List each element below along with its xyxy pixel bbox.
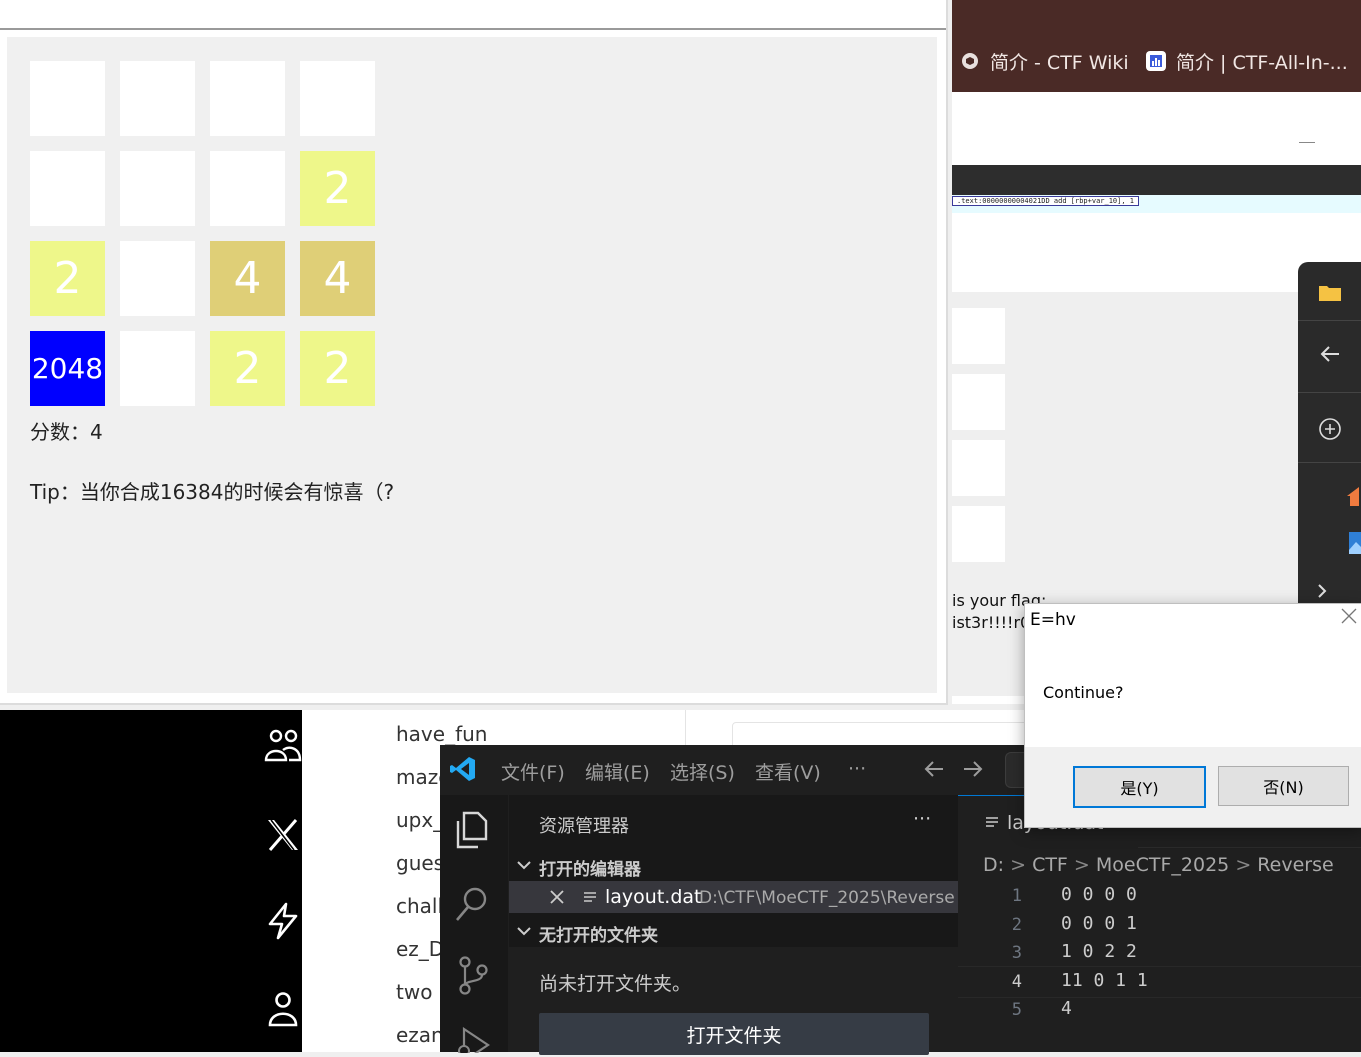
command-center[interactable] <box>1005 752 1026 788</box>
challenge-list-item[interactable]: have_fun <box>396 722 487 746</box>
text-file-icon <box>985 815 999 834</box>
no-folder-header[interactable]: 无打开的文件夹 <box>539 921 658 946</box>
open-file-path: D:\CTF\MoeCTF_2025\Reverse <box>699 888 955 908</box>
x-logo-icon[interactable] <box>262 814 304 856</box>
vscode-logo-icon <box>450 756 476 786</box>
community-icon[interactable] <box>262 725 304 767</box>
challenge-list-item[interactable]: chall <box>396 894 443 918</box>
add-circle-icon[interactable] <box>1298 417 1361 441</box>
explorer-title: 资源管理器 <box>539 816 629 837</box>
game-tile: 2048 <box>30 331 105 406</box>
ida-disasm-text: .text:00000000004021DD add [rbp+var_10],… <box>952 196 1140 206</box>
challenge-list-item[interactable]: upx_ <box>396 808 443 832</box>
background-cell <box>952 506 1005 562</box>
game-tile: 2 <box>30 241 105 316</box>
menu-more[interactable]: ··· <box>848 758 866 780</box>
search-icon[interactable] <box>454 885 490 927</box>
nav-back-icon[interactable] <box>923 759 945 783</box>
code-line[interactable]: 1 0 2 2 <box>1061 941 1137 962</box>
browser-tab-label: 简介 - CTF Wiki <box>990 51 1129 74</box>
game-tile: 4 <box>300 241 375 316</box>
chevron-down-icon[interactable] <box>516 923 532 942</box>
line-number: 3 <box>1011 943 1022 963</box>
line-number: 1 <box>1011 886 1022 906</box>
gallery-icon[interactable] <box>1298 532 1361 554</box>
browser-tab-strip: 简介 - CTF Wiki 简介 | CTF-All-In-... <box>952 30 1361 92</box>
nav-forward-icon[interactable] <box>962 759 984 783</box>
game-tile <box>120 151 195 226</box>
browser-tab-ctf-all-in-one[interactable]: 简介 | CTF-All-In-... <box>1146 48 1348 74</box>
game-tile <box>120 241 195 316</box>
game-tile <box>210 61 285 136</box>
window-divider <box>0 28 946 30</box>
person-icon[interactable] <box>262 988 304 1030</box>
run-debug-icon[interactable] <box>456 1026 490 1057</box>
game-tile <box>30 151 105 226</box>
challenge-list-item[interactable]: ez_D <box>396 937 444 961</box>
source-control-icon[interactable] <box>456 955 490 999</box>
code-line[interactable]: 4 <box>1061 998 1072 1019</box>
code-line[interactable]: 0 0 0 1 <box>1061 913 1137 934</box>
text-file-icon <box>583 890 597 909</box>
game-tile <box>300 61 375 136</box>
open-editors-header[interactable]: 打开的编辑器 <box>539 855 641 880</box>
close-icon[interactable] <box>549 889 565 909</box>
ctf-wiki-favicon-icon <box>960 51 980 71</box>
code-line[interactable]: 11 0 1 1 <box>1061 970 1148 991</box>
chevron-down-icon[interactable] <box>516 857 532 876</box>
breadcrumb: D: > CTF > MoeCTF_2025 > Reverse <box>983 854 1334 876</box>
line-number: 5 <box>1011 1000 1022 1020</box>
breadcrumb-moectf[interactable]: MoeCTF_2025 <box>1096 854 1229 876</box>
line-number: 4 <box>1011 972 1022 992</box>
open-file-name[interactable]: layout.dat <box>605 886 701 908</box>
browser-tab-ctf-wiki[interactable]: 简介 - CTF Wiki <box>960 48 1129 74</box>
menu-edit[interactable]: 编辑(E) <box>585 758 650 785</box>
browser-tab-label: 简介 | CTF-All-In-... <box>1176 51 1348 74</box>
score-label: 分数：4 <box>30 420 103 444</box>
minimize-icon[interactable] <box>1299 142 1315 143</box>
line-number: 2 <box>1011 915 1022 935</box>
nav-sidebar <box>0 710 302 1052</box>
activity-bar <box>440 795 508 1057</box>
background-cell <box>952 374 1005 430</box>
tip-text: Tip：当你合成16384的时候会有惊喜（? <box>30 480 395 504</box>
breadcrumb-ctf[interactable]: CTF <box>1032 854 1068 876</box>
game-tile: 2 <box>210 331 285 406</box>
chevron-right-icon[interactable] <box>1298 582 1361 600</box>
dialog-title: E=hv <box>1030 610 1076 630</box>
game-tile: 4 <box>210 241 285 316</box>
menu-selection[interactable]: 选择(S) <box>670 758 735 785</box>
home-icon[interactable] <box>1298 484 1361 506</box>
dialog-yes-button[interactable]: 是(Y) <box>1073 766 1206 808</box>
lightning-icon[interactable] <box>262 900 304 942</box>
ida-disasm-line: .text:00000000004021DD add [rbp+var_10],… <box>952 195 1361 213</box>
explorer-more-button[interactable]: ··· <box>913 808 931 830</box>
code-line[interactable]: 0 0 0 0 <box>1061 884 1137 905</box>
back-arrow-icon[interactable] <box>1298 344 1361 364</box>
game-tile <box>210 151 285 226</box>
no-folder-text: 尚未打开文件夹。 <box>539 973 692 995</box>
game-tile: 2 <box>300 331 375 406</box>
background-cell <box>952 308 1005 364</box>
game-tile <box>30 61 105 136</box>
ida-toolbar <box>952 165 1361 195</box>
dialog-message: Continue? <box>1043 683 1124 702</box>
challenge-list-item[interactable]: two <box>396 980 432 1004</box>
folder-icon[interactable] <box>1298 282 1361 302</box>
dialog-no-button[interactable]: 否(N) <box>1218 766 1349 806</box>
menu-file[interactable]: 文件(F) <box>501 758 565 785</box>
breadcrumb-reverse[interactable]: Reverse <box>1257 854 1333 876</box>
menu-view[interactable]: 查看(V) <box>755 758 821 785</box>
background-cell <box>952 440 1005 496</box>
dialog-close-icon[interactable] <box>1340 606 1358 631</box>
challenge-list-item[interactable]: ezan <box>396 1023 444 1047</box>
breadcrumb-drive[interactable]: D: <box>983 854 1004 876</box>
challenge-list-item[interactable]: gues <box>396 851 444 875</box>
chart-favicon-icon <box>1146 51 1166 71</box>
game-tile <box>120 61 195 136</box>
explorer-files-icon[interactable] <box>454 811 490 853</box>
open-folder-button[interactable]: 打开文件夹 <box>539 1013 929 1055</box>
game-tile <box>120 331 195 406</box>
game-tile: 2 <box>300 151 375 226</box>
